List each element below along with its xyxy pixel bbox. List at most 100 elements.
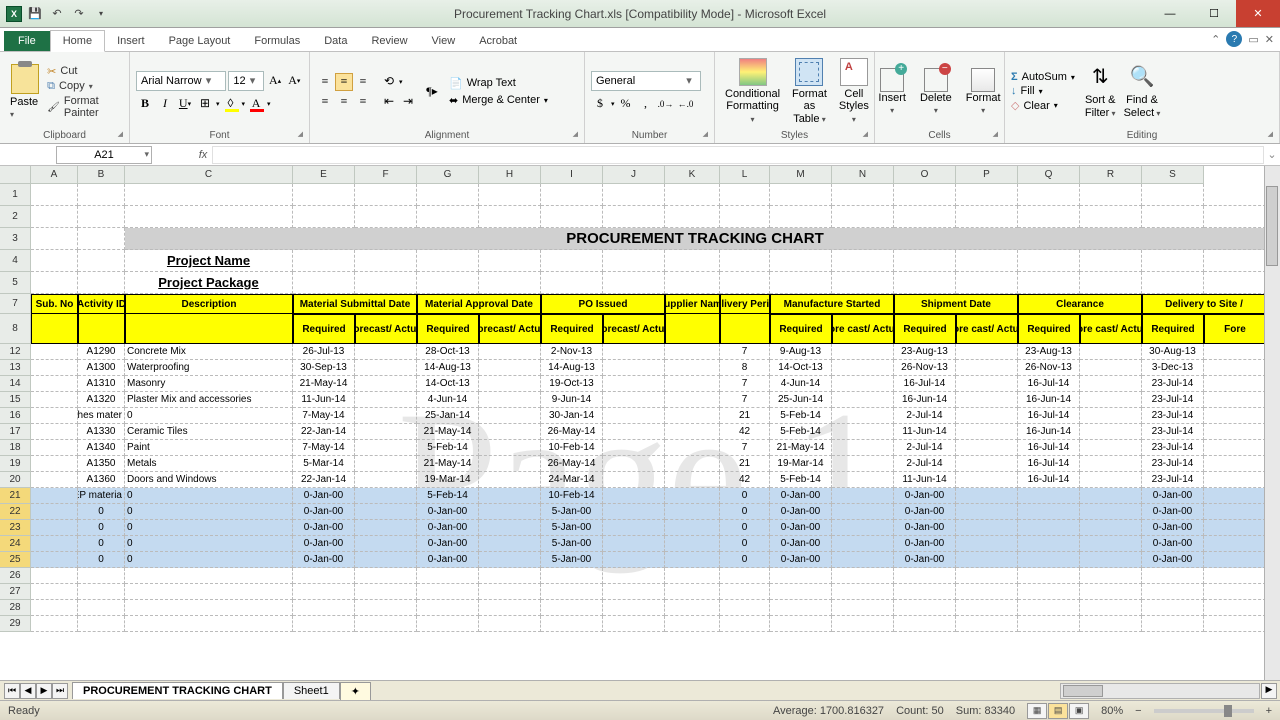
cell[interactable] [603,360,665,376]
cell-styles-button[interactable]: Cell Styles [835,56,873,126]
row-header[interactable]: 1 [0,184,31,206]
cell[interactable] [1018,600,1080,616]
cell[interactable] [355,184,417,206]
cell[interactable] [603,456,665,472]
tab-nav-last[interactable]: ⏭ [52,683,68,699]
cell[interactable] [31,504,78,520]
cell[interactable] [355,424,417,440]
hdr-delivery-site[interactable]: Delivery to Site / [1142,294,1266,314]
cell[interactable]: 7 [720,440,770,456]
hdr-sub[interactable]: Forecast/ Actual [479,314,541,344]
minimize-ribbon-icon[interactable]: ⌃ [1211,33,1220,46]
cell[interactable] [894,250,956,272]
hdr-sub[interactable]: Forecast/ Actual [603,314,665,344]
cell[interactable] [665,250,720,272]
cell[interactable]: 24-Mar-14 [541,472,603,488]
cell[interactable] [1080,424,1142,440]
cell[interactable] [1204,536,1266,552]
cell[interactable]: 0-Jan-00 [770,504,832,520]
new-sheet-tab[interactable]: ✦ [340,682,371,700]
cell[interactable] [479,472,541,488]
cell[interactable]: 0-Jan-00 [293,504,355,520]
cell[interactable] [956,408,1018,424]
font-name-combo[interactable]: Arial Narrow▾ [136,71,226,91]
cell[interactable]: 5-Feb-14 [770,472,832,488]
cell[interactable]: 0-Jan-00 [417,552,479,568]
col-header[interactable]: B [78,166,125,184]
cell[interactable] [479,440,541,456]
cell[interactable] [479,568,541,584]
cell[interactable] [1018,616,1080,632]
cell[interactable]: 0-Jan-00 [770,536,832,552]
row-header[interactable]: 8 [0,314,31,344]
cell[interactable] [770,568,832,584]
cell[interactable] [1080,568,1142,584]
cell[interactable] [417,272,479,294]
activity-id-cell[interactable]: MEP materia [78,488,125,504]
cell[interactable] [355,206,417,228]
cell[interactable] [293,272,355,294]
cell[interactable] [1204,616,1266,632]
cell[interactable] [1142,568,1204,584]
fx-icon[interactable]: fx [194,149,212,161]
cell[interactable] [665,584,720,600]
cell[interactable] [479,184,541,206]
cell[interactable] [720,616,770,632]
cell[interactable] [31,472,78,488]
cell[interactable] [1204,504,1266,520]
row-header[interactable]: 16 [0,408,31,424]
cell[interactable]: 21-May-14 [293,376,355,392]
cell[interactable] [665,552,720,568]
cell[interactable] [1142,250,1204,272]
cell[interactable] [541,568,603,584]
cell[interactable]: 0-Jan-00 [1142,536,1204,552]
cell[interactable]: 0-Jan-00 [770,552,832,568]
cell[interactable] [125,616,293,632]
cell[interactable] [770,184,832,206]
cell[interactable] [31,488,78,504]
cell[interactable] [1142,206,1204,228]
cell[interactable] [720,568,770,584]
cell[interactable]: 10-Feb-14 [541,488,603,504]
col-header[interactable]: R [1080,166,1142,184]
cell[interactable] [355,536,417,552]
cell[interactable] [603,272,665,294]
row-header[interactable]: 4 [0,250,31,272]
cell[interactable]: 9-Jun-14 [541,392,603,408]
cell[interactable] [603,504,665,520]
cell[interactable] [832,344,894,360]
cell[interactable] [1080,552,1142,568]
cell[interactable]: 0-Jan-00 [417,504,479,520]
cell[interactable] [1080,184,1142,206]
cell[interactable]: 0-Jan-00 [894,536,956,552]
cell[interactable]: 26-Nov-13 [1018,360,1080,376]
cell[interactable] [956,440,1018,456]
cell[interactable] [832,424,894,440]
cell[interactable]: 25-Jan-14 [417,408,479,424]
cell[interactable] [1080,600,1142,616]
cell[interactable] [603,184,665,206]
activity-id-cell[interactable]: A1340 [78,440,125,456]
cell[interactable] [770,600,832,616]
hdr-activity-id[interactable]: Activity ID [78,294,125,314]
row-header[interactable]: 3 [0,228,31,250]
cell[interactable] [1080,616,1142,632]
cell[interactable]: 16-Jun-14 [1018,392,1080,408]
col-header[interactable]: G [417,166,479,184]
cell[interactable] [355,360,417,376]
cell[interactable] [31,616,78,632]
cell[interactable] [832,440,894,456]
description-cell[interactable]: 0 [125,408,293,424]
close-button[interactable]: ✕ [1236,0,1280,27]
cell[interactable] [832,472,894,488]
font-color-button[interactable]: A [247,95,265,113]
activity-id-cell[interactable]: Finishes mater [78,408,125,424]
cell[interactable] [479,616,541,632]
cell[interactable] [541,584,603,600]
row-header[interactable]: 28 [0,600,31,616]
cell[interactable] [665,206,720,228]
cell[interactable] [832,206,894,228]
tab-insert[interactable]: Insert [105,31,157,51]
cell[interactable]: 0-Jan-00 [1142,520,1204,536]
row-header[interactable]: 7 [0,294,31,314]
